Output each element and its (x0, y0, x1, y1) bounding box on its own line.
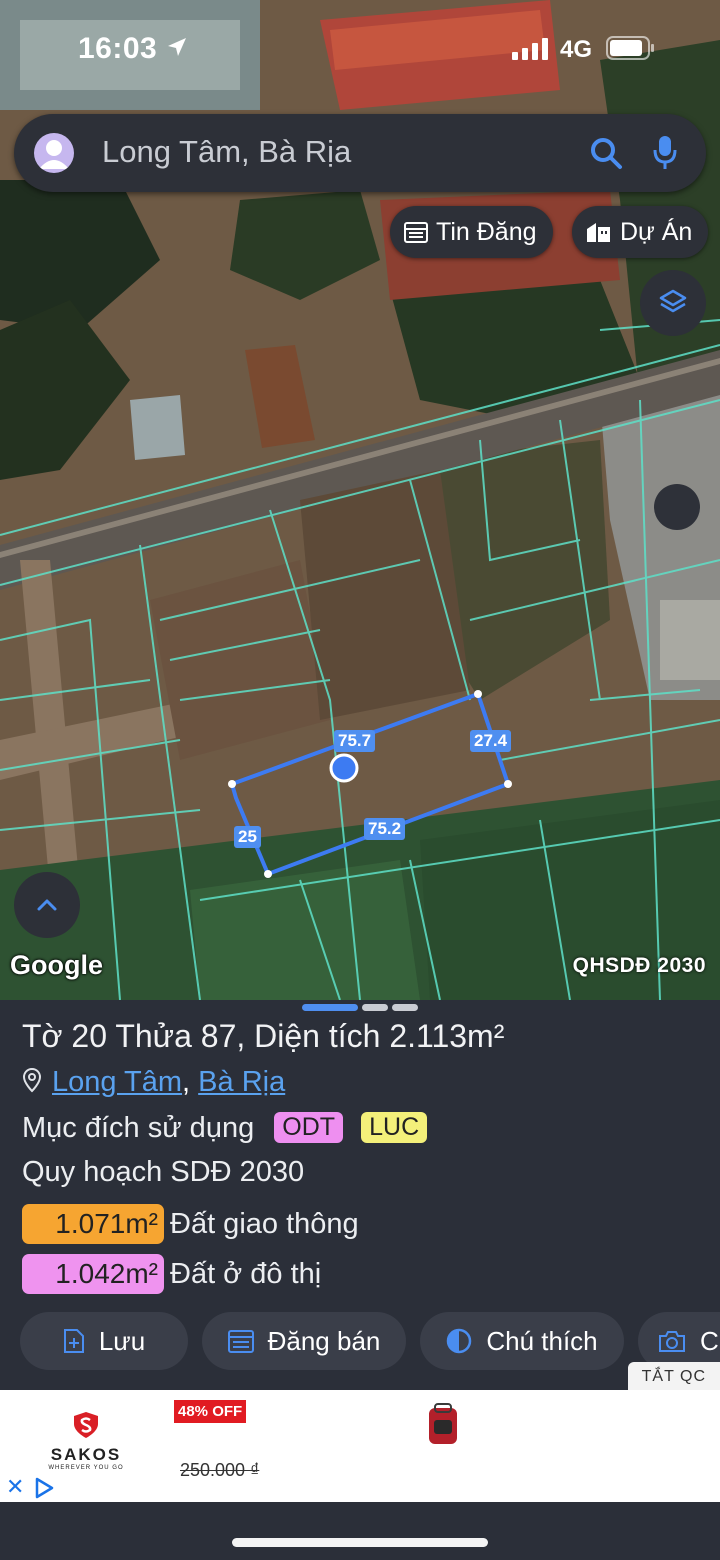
listings-chip-label: Tin Đăng (436, 217, 537, 246)
search-input[interactable]: Long Tâm, Bà Rịa (102, 134, 351, 170)
pager-dot-active (302, 1004, 358, 1011)
legend-button-label: Chú thích (486, 1325, 598, 1356)
planning-row-urban: 1.042m² Đất ở đô thị (22, 1254, 321, 1294)
layers-button[interactable] (640, 270, 706, 336)
google-logo: Google (10, 950, 103, 980)
search-bar[interactable]: Long Tâm, Bà Rịa (14, 114, 706, 192)
calendar-list-icon (404, 222, 428, 243)
layers-icon (659, 289, 687, 313)
calendar-icon (227, 1330, 254, 1353)
planning-area-badge: 1.042m² (22, 1254, 164, 1294)
search-icon[interactable] (589, 136, 623, 170)
listings-chip[interactable]: Tin Đăng (390, 206, 553, 258)
sell-button[interactable]: Đăng bán (202, 1312, 406, 1370)
signal-icon (512, 38, 548, 60)
save-button-label: Lưu (98, 1325, 146, 1356)
location-arrow-icon (168, 38, 186, 56)
camera-icon (659, 1331, 685, 1352)
battery-icon (606, 36, 654, 60)
legend-button[interactable]: Chú thích (420, 1312, 624, 1370)
panel-pager[interactable] (0, 1004, 720, 1012)
parcel-location: Long Tâm, Bà Rịa (22, 1066, 285, 1099)
planning-area-badge: 1.071m² (22, 1204, 164, 1244)
avatar[interactable] (34, 133, 74, 173)
satellite-map[interactable]: 75.7 27.4 75.2 25 16:03 4G Long Tâm, Bà … (0, 0, 720, 1000)
planning-label: Đất ở đô thị (170, 1258, 322, 1290)
map-layer-label: QHSDĐ 2030 (572, 954, 706, 977)
measure-left: 25 (234, 826, 261, 848)
projects-chip[interactable]: Dự Án (572, 206, 709, 258)
network-type: 4G (560, 36, 593, 63)
usage-tag-luc[interactable]: LUC (361, 1112, 428, 1143)
chevron-up-icon (37, 899, 57, 911)
pager-dot (392, 1004, 418, 1011)
contrast-icon (447, 1328, 472, 1354)
parcel-title: Tờ 20 Thửa 87, Diện tích 2.113m² (22, 1018, 505, 1054)
ad-banner[interactable]: SAKOS WHEREVER YOU GO 48% OFF 250.000 ₫ … (0, 1390, 720, 1502)
microphone-icon[interactable] (652, 134, 678, 172)
backpack-icon (429, 1403, 457, 1444)
measure-right: 27.4 (470, 730, 512, 752)
ad-brand-logo: SAKOS WHEREVER YOU GO (44, 1410, 128, 1471)
ad-old-price: 250.000 ₫ (180, 1460, 260, 1480)
location-separator: , (182, 1066, 199, 1098)
city-link[interactable]: Bà Rịa (198, 1066, 285, 1098)
ward-link[interactable]: Long Tâm (52, 1066, 182, 1098)
sakos-shield-icon (74, 1412, 98, 1438)
floating-action-dot[interactable] (654, 484, 700, 530)
camera-button-label: C (700, 1325, 719, 1356)
usage-tag-odt[interactable]: ODT (274, 1112, 344, 1143)
ad-close-icon[interactable]: ✕ (6, 1474, 24, 1500)
save-button[interactable]: Lưu (20, 1312, 188, 1370)
usage-label: Mục đích sử dụng (22, 1112, 255, 1144)
measure-bottom: 75.2 (364, 818, 406, 840)
ad-brand-name: SAKOS (50, 1445, 122, 1464)
user-icon (39, 140, 69, 169)
home-indicator[interactable] (232, 1538, 488, 1547)
planning-heading: Quy hoạch SDĐ 2030 (22, 1156, 305, 1188)
building-icon (587, 223, 610, 242)
ad-brand-tagline: WHEREVER YOU GO (48, 1465, 124, 1471)
ad-discount-badge: 48% OFF (174, 1400, 247, 1423)
pager-dot (362, 1004, 388, 1011)
projects-chip-label: Dự Án (620, 217, 693, 246)
planning-label: Đất giao thông (170, 1208, 359, 1240)
usage-row: Mục đích sử dụng ODT LUC (22, 1112, 428, 1145)
add-document-icon (63, 1329, 84, 1353)
measure-top: 75.7 (334, 730, 376, 752)
planning-row-transport: 1.071m² Đất giao thông (22, 1204, 359, 1244)
status-bar: 16:03 4G (0, 28, 720, 68)
location-pin-icon (22, 1067, 42, 1093)
sell-button-label: Đăng bán (267, 1325, 381, 1356)
ad-choices-icon[interactable] (32, 1476, 56, 1500)
expand-up-button[interactable] (14, 872, 80, 938)
status-time: 16:03 (78, 32, 158, 65)
hide-ad-button[interactable]: TẮT QC (627, 1362, 720, 1392)
